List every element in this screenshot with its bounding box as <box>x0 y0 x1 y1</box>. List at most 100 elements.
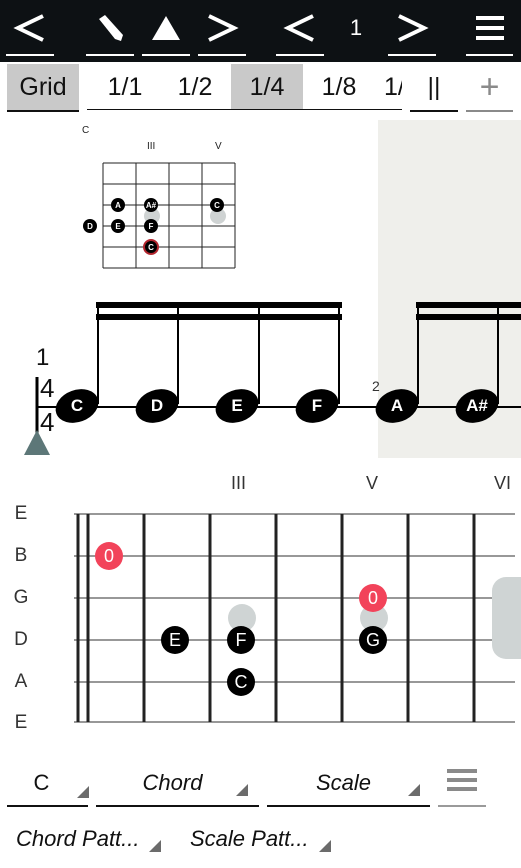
note-label: A# <box>466 396 488 415</box>
chord-diagram-dot: C <box>210 198 224 212</box>
beam <box>96 302 342 308</box>
fret-dot[interactable]: C <box>227 668 255 696</box>
division-bar: Grid 1/1 1/2 1/4 1/8 1/ || + <box>0 62 521 114</box>
division-1-1[interactable]: 1/1 <box>94 64 156 110</box>
dot-label: C <box>148 242 154 252</box>
beam <box>416 314 521 320</box>
dropdown-arrow-icon <box>149 840 161 852</box>
page-prev-button[interactable] <box>276 0 324 56</box>
note-label: C <box>70 396 84 415</box>
hamburger-icon <box>475 16 504 40</box>
plus-icon: + <box>479 67 500 106</box>
scale-pattern-dropdown[interactable]: Scale Patt... <box>190 826 332 860</box>
pause-button[interactable]: || <box>410 64 458 110</box>
page-next-button[interactable] <box>388 0 436 56</box>
triangle-up-icon <box>152 16 180 40</box>
edit-button[interactable] <box>86 0 134 56</box>
chord-diagram-dot: A# <box>144 198 158 212</box>
dropdown-arrow-icon <box>236 784 248 796</box>
time-signature-bottom: 4 <box>40 407 55 437</box>
list-menu-button[interactable] <box>438 768 486 808</box>
play-button[interactable] <box>142 0 190 56</box>
fretboard[interactable] <box>0 500 521 730</box>
chevron-right-icon <box>398 14 429 42</box>
time-signature-top: 4 <box>40 373 55 403</box>
fret-dot-highlight[interactable]: 0 <box>95 542 123 570</box>
dropdown-underline <box>438 805 486 807</box>
division-label: 1/1 <box>107 72 143 101</box>
chord-diagram-fret-label: V <box>215 141 222 152</box>
division-label: 1/2 <box>177 72 213 101</box>
dot-label: F <box>148 221 154 231</box>
grid-label: Grid <box>19 72 67 101</box>
chord-diagram-dot: D <box>83 219 97 233</box>
division-underline <box>87 109 402 110</box>
note-label: E <box>231 396 243 415</box>
add-button[interactable]: + <box>466 64 513 110</box>
scale-value: Scale <box>315 770 372 795</box>
dot-label: E <box>168 629 181 650</box>
fret-dot-highlight[interactable]: 0 <box>359 584 387 612</box>
note-label: F <box>311 396 323 415</box>
key-value: C <box>33 770 50 795</box>
dropdown-underline <box>7 805 88 807</box>
chord-pattern-dropdown[interactable]: Chord Patt... <box>16 826 162 860</box>
pencil-icon <box>99 15 123 41</box>
fret-label: VI <box>494 473 512 493</box>
dropdown-arrow-icon <box>408 784 420 796</box>
grid-underline <box>7 110 79 112</box>
beam <box>416 302 521 308</box>
dot-label: A# <box>145 200 157 210</box>
fret-dot[interactable]: F <box>227 626 255 654</box>
dot-label: E <box>115 221 121 231</box>
key-dropdown[interactable]: C <box>7 770 89 808</box>
scale-dropdown[interactable]: Scale <box>267 770 430 808</box>
list-icon <box>447 768 477 796</box>
dot-label: G <box>365 629 380 650</box>
division-label: 1/8 <box>321 72 357 101</box>
pause-underline <box>410 110 458 112</box>
chord-dropdown[interactable]: Chord <box>96 770 259 808</box>
menu-button[interactable] <box>466 0 513 56</box>
dropdown-underline <box>267 805 430 807</box>
chevron-left-icon <box>13 14 44 42</box>
forward-button[interactable] <box>198 0 246 56</box>
division-1-4[interactable]: 1/4 <box>231 64 303 110</box>
dot-label: A <box>115 200 121 210</box>
dot-label: C <box>214 200 220 210</box>
back-button[interactable] <box>6 0 54 56</box>
note-label: A <box>390 396 404 415</box>
division-1-8[interactable]: 1/8 <box>308 64 370 110</box>
note-label: D <box>150 396 164 415</box>
chord-pattern-value: Chord Patt... <box>16 826 140 851</box>
dot-label: F <box>235 629 247 650</box>
chevron-right-icon <box>208 14 239 42</box>
fret-dot[interactable]: G <box>359 626 387 654</box>
division-1-16[interactable]: 1/ <box>376 64 402 110</box>
chevron-left-icon <box>283 14 314 42</box>
chord-diagram-fret-label: III <box>147 141 156 152</box>
scale-pattern-value: Scale Patt... <box>190 826 309 851</box>
chord-diagram-title: C <box>82 125 90 136</box>
fretboard-scroll-handle[interactable] <box>492 577 521 659</box>
score-staff[interactable] <box>0 290 521 460</box>
page-number-text: 1 <box>349 15 363 40</box>
fret-dot[interactable]: E <box>161 626 189 654</box>
dot-label: D <box>87 221 93 231</box>
dropdown-arrow-icon <box>77 786 89 798</box>
division-label: 1/4 <box>249 72 285 101</box>
fret-label: III <box>231 473 247 493</box>
division-1-2[interactable]: 1/2 <box>164 64 226 110</box>
chord-value: Chord <box>142 770 203 795</box>
grid-button[interactable]: Grid <box>7 64 79 110</box>
chord-diagram-dot: E <box>111 219 125 233</box>
measure-number: 1 <box>36 344 50 371</box>
top-toolbar: 1 <box>0 0 521 62</box>
beam <box>96 314 342 320</box>
division-label: 1/ <box>384 72 402 101</box>
dropdown-arrow-icon <box>319 840 331 852</box>
dot-label: 0 <box>367 587 378 608</box>
pause-label: || <box>427 72 441 101</box>
chord-diagram-root-dot: C <box>143 239 159 255</box>
dropdown-underline <box>96 805 259 807</box>
